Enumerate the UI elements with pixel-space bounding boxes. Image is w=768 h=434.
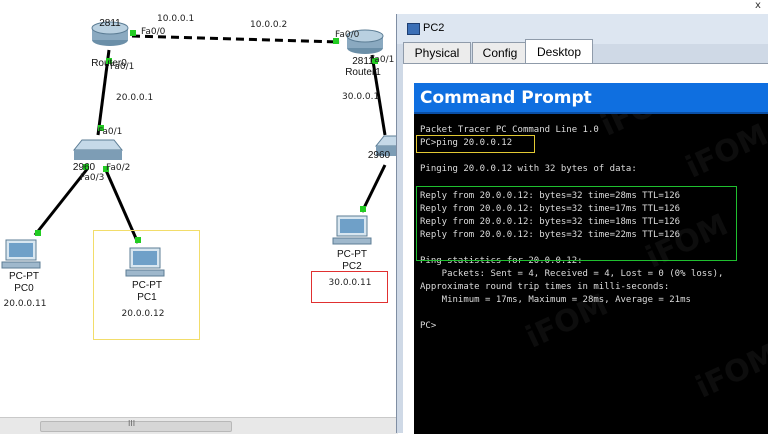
router1-fa00-label: Fa0/0 <box>335 30 360 40</box>
command-prompt-header: Command Prompt <box>414 83 768 114</box>
router1-name: Router1 <box>345 67 381 78</box>
watermark: iFOM <box>680 117 768 186</box>
pc0-icon[interactable] <box>1 239 41 269</box>
pc2-ip: 30.0.0.11 <box>328 278 372 288</box>
watermark: iFOM <box>596 114 689 144</box>
pc0-ip: 20.0.0.11 <box>3 299 47 309</box>
command-prompt-cursor-line: PC> <box>420 321 437 331</box>
switch0-name: 2960 <box>72 162 96 173</box>
tab-config[interactable]: Config <box>472 42 528 63</box>
wan-left-ip-label: 10.0.0.1 <box>157 14 195 24</box>
close-icon[interactable]: x <box>748 0 768 12</box>
lan0-gateway-label: 20.0.0.1 <box>116 93 154 103</box>
output-line: Pinging 20.0.0.12 with 32 bytes of data: <box>420 164 637 174</box>
scrollbar-thumb[interactable] <box>40 421 232 432</box>
desktop-pane: Command Prompt iFOM iFOM iFOM iFOM iFOM … <box>403 63 768 434</box>
switch0-fa03-label: Fa0/3 <box>80 173 105 183</box>
output-line: Packets: Sent = 4, Received = 4, Lost = … <box>420 269 724 279</box>
reply-highlight-box <box>416 186 737 261</box>
pc0-name: PC0 <box>14 283 34 294</box>
watermark: iFOM <box>690 337 768 406</box>
topology-canvas[interactable]: 10.0.0.1 10.0.0.2 Fa0/0 Fa0/0 Fa0/1 Fa0/… <box>0 0 400 434</box>
scrollbar-grip-icon: III <box>128 419 136 428</box>
switch1-name: 2960 <box>367 150 391 161</box>
window-title: PC2 <box>423 22 445 34</box>
pc1-name: PC1 <box>137 292 157 303</box>
switch0-fa01-label: Fa0/1 <box>98 127 123 137</box>
router0-model: 2811 <box>99 18 121 29</box>
pc1-ip: 20.0.0.12 <box>121 309 165 319</box>
pc2-icon[interactable] <box>332 215 372 245</box>
pc2-type: PC-PT <box>337 249 367 260</box>
command-prompt-window[interactable]: Command Prompt iFOM iFOM iFOM iFOM iFOM … <box>414 83 768 434</box>
output-line: Minimum = 17ms, Maximum = 28ms, Average … <box>420 295 691 305</box>
pc2-window: PC2 Physical Config Desktop Command Prom… <box>396 14 768 434</box>
horizontal-scrollbar[interactable]: III <box>0 417 398 434</box>
output-line: Approximate round trip times in milli-se… <box>420 282 670 292</box>
link-switch1-pc2[interactable] <box>360 164 387 213</box>
lan1-gateway-label: 30.0.0.1 <box>342 92 380 102</box>
tab-physical[interactable]: Physical <box>403 42 471 63</box>
tab-desktop[interactable]: Desktop <box>525 39 593 64</box>
router0-name: Router0 <box>91 58 127 69</box>
switch0-icon[interactable] <box>72 139 124 160</box>
wan-right-ip-label: 10.0.0.2 <box>250 20 288 30</box>
pc0-type: PC-PT <box>9 271 39 282</box>
command-prompt-title: Command Prompt <box>420 88 592 108</box>
command-highlight-box <box>416 135 535 153</box>
pc1-type: PC-PT <box>132 280 162 291</box>
router0-fa00-label: Fa0/0 <box>141 27 166 37</box>
command-prompt-output[interactable]: iFOM iFOM iFOM iFOM iFOM Packet Tracer P… <box>414 114 768 434</box>
pc-window-icon <box>407 23 420 35</box>
